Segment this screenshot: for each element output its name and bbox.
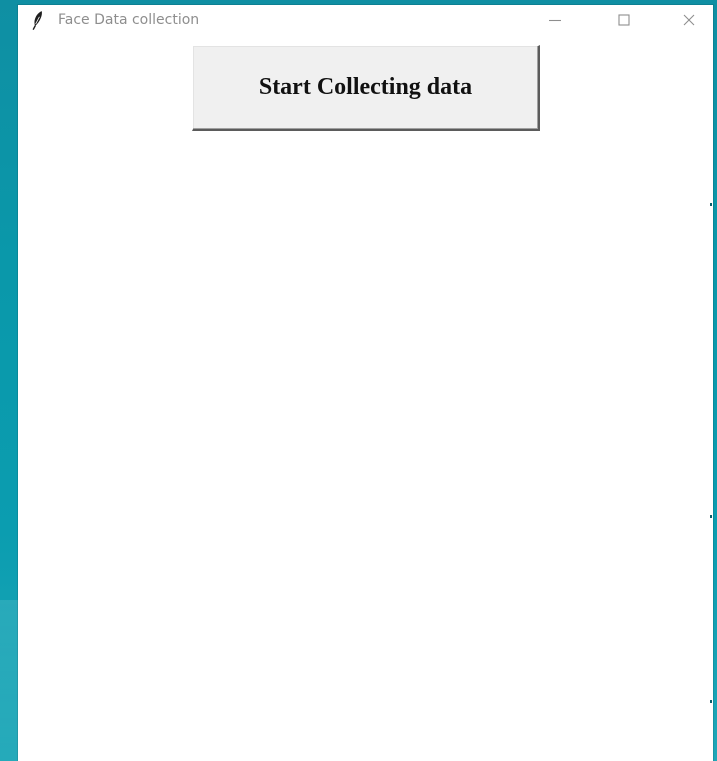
window-edge-dot [710, 203, 712, 206]
feather-icon [31, 10, 45, 30]
window-edge-dot [710, 700, 712, 703]
application-window: Face Data collection Start Collecting da… [18, 5, 713, 761]
maximize-icon [618, 14, 630, 26]
window-titlebar[interactable]: Face Data collection [18, 5, 713, 35]
minimize-icon [549, 19, 561, 22]
window-title: Face Data collection [58, 12, 200, 28]
window-edge-dot [710, 515, 712, 518]
minimize-button[interactable] [532, 5, 578, 35]
desktop-background-band [0, 600, 18, 761]
window-content: Start Collecting data [18, 35, 713, 761]
close-icon [683, 14, 695, 26]
close-button[interactable] [666, 5, 712, 35]
maximize-button[interactable] [601, 5, 647, 35]
start-collecting-data-button[interactable]: Start Collecting data [192, 45, 540, 131]
